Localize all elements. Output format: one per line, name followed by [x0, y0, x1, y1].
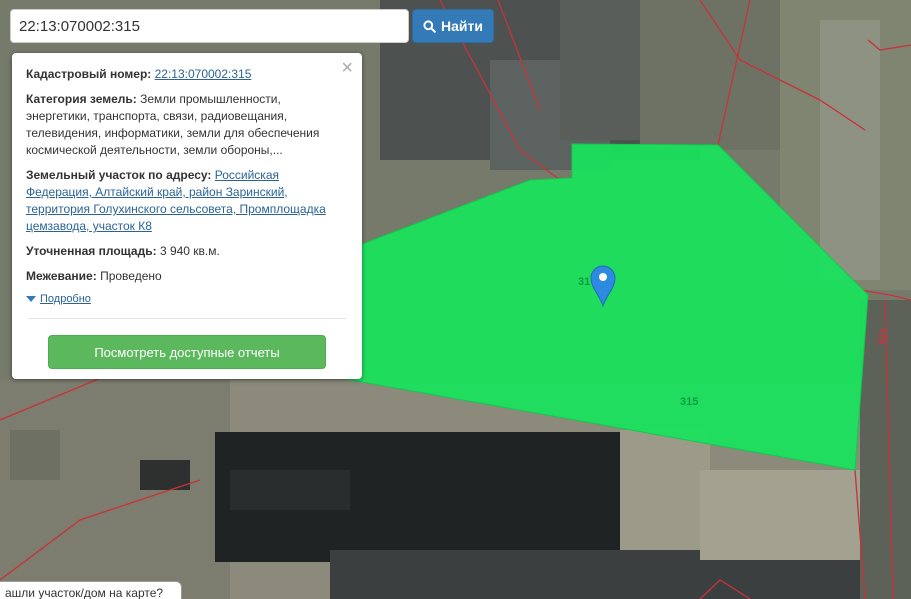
- more-details-link[interactable]: Подробно: [26, 293, 106, 305]
- survey-row: Межевание: Проведено: [26, 268, 348, 285]
- address-label: Земельный участок по адресу:: [26, 168, 212, 182]
- search-button[interactable]: Найти: [412, 9, 494, 43]
- survey-value: Проведено: [100, 269, 162, 283]
- land-category-row: Категория земель: Земли промышленности, …: [26, 91, 348, 159]
- area-value: 3 940 кв.м.: [159, 244, 220, 258]
- land-category-label: Категория земель:: [26, 92, 137, 106]
- search-button-label: Найти: [441, 18, 483, 34]
- search-input[interactable]: [10, 9, 409, 43]
- address-row: Земельный участок по адресу: Российская …: [26, 167, 348, 235]
- cadastral-number-link[interactable]: 22:13:070002:315: [155, 67, 252, 81]
- find-parcel-tooltip[interactable]: ашли участок/дом на карте?: [0, 581, 182, 599]
- more-details-label: Подробно: [40, 293, 91, 305]
- parcel-label-31: 31: [578, 276, 590, 288]
- search-icon: [423, 19, 436, 33]
- survey-label: Межевание:: [26, 269, 97, 283]
- search-bar: Найти: [10, 9, 494, 43]
- triangle-down-icon: [26, 296, 36, 302]
- card-divider: [28, 318, 346, 319]
- parcel-label-315: 315: [680, 396, 698, 408]
- area-label: Уточненная площадь:: [26, 244, 157, 258]
- view-reports-button[interactable]: Посмотреть доступные отчеты: [48, 335, 326, 369]
- close-icon[interactable]: ×: [341, 58, 353, 78]
- parcel-info-card: × Кадастровый номер: 22:13:070002:315 Ка…: [12, 53, 362, 379]
- cadastral-number-label: Кадастровый номер:: [26, 67, 152, 81]
- cadastral-number-row: Кадастровый номер: 22:13:070002:315: [26, 66, 348, 83]
- area-row: Уточненная площадь: 3 940 кв.м.: [26, 243, 348, 260]
